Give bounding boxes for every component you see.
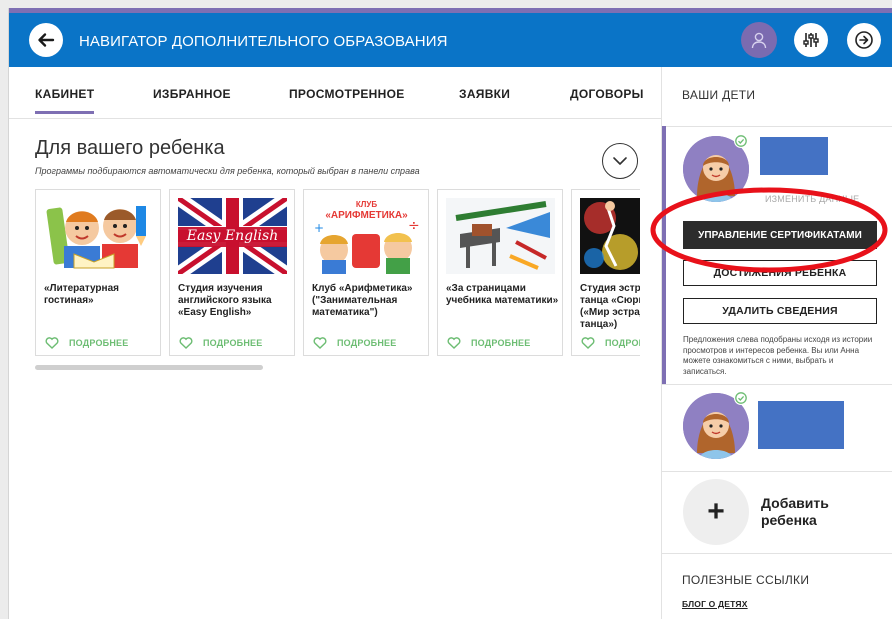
- tab-viewed[interactable]: ПРОСМОТРЕННОЕ: [289, 87, 405, 101]
- child-card-selected[interactable]: ИЗМЕНИТЬ ДАННЫЕ УПРАВЛЕНИЕ СЕРТИФИКАТАМИ…: [662, 126, 892, 384]
- card-title: Студия изучения английского языка «Easy …: [178, 283, 272, 318]
- section-title: Для вашего ребенка: [35, 137, 225, 159]
- check-icon: [735, 135, 747, 147]
- delete-child-button[interactable]: УДАЛИТЬ СВЕДЕНИЯ: [683, 298, 877, 324]
- more-link[interactable]: ПОДРОБНЕЕ: [69, 338, 128, 348]
- card-image-label: «АРИФМЕТИКА»: [325, 210, 408, 221]
- card-image-literature: [44, 198, 153, 274]
- verified-badge: [734, 134, 748, 148]
- useful-links-heading: ПОЛЕЗНЫЕ ССЫЛКИ: [682, 573, 810, 587]
- app-title: НАВИГАТОР ДОПОЛНИТЕЛЬНОГО ОБРАЗОВАНИЯ: [79, 33, 448, 50]
- profile-button[interactable]: [741, 22, 777, 58]
- heart-icon[interactable]: [45, 337, 59, 349]
- plus-icon: +: [707, 495, 725, 528]
- add-child-button[interactable]: +: [683, 479, 749, 545]
- arrow-left-icon: [38, 33, 55, 47]
- redacted-child-name: [758, 401, 844, 449]
- heart-icon[interactable]: [447, 337, 461, 349]
- more-link[interactable]: ПОДРОБНЕЕ: [471, 338, 530, 348]
- program-card[interactable]: Easy English Студия изучения английского…: [169, 189, 295, 356]
- manage-certificates-button[interactable]: УПРАВЛЕНИЕ СЕРТИФИКАТАМИ: [683, 221, 877, 249]
- exit-icon: [855, 31, 873, 49]
- children-sidebar: ВАШИ ДЕТИ ИЗМЕНИТЬ ДАННЫЕ УПРАВЛЕНИЕ СЕР…: [661, 67, 892, 619]
- program-cards: «Литературная гостиная» ПОДРОБНЕЕ Easy E…: [35, 189, 640, 357]
- sliders-icon: [803, 33, 819, 47]
- settings-button[interactable]: [794, 23, 828, 57]
- divider: [662, 471, 892, 472]
- redacted-child-name: [760, 137, 828, 175]
- heart-icon[interactable]: [179, 337, 193, 349]
- card-image-label-top: КЛУБ: [355, 200, 378, 209]
- card-image-english: Easy English: [178, 198, 287, 274]
- child-recommendation-note: Предложения слева подобраны исходя из ис…: [683, 335, 873, 376]
- edit-child-link[interactable]: ИЗМЕНИТЬ ДАННЫЕ: [765, 194, 859, 204]
- program-card[interactable]: «За страницами учебника математики» ПОДР…: [437, 189, 563, 356]
- user-icon: [751, 32, 767, 49]
- card-image-math-desk: [446, 198, 555, 274]
- heart-icon[interactable]: [313, 337, 327, 349]
- add-child-label[interactable]: Добавить ребенка: [761, 495, 871, 529]
- collapse-button[interactable]: [602, 143, 638, 179]
- program-card[interactable]: ÷ + КЛУБ «АРИФМЕТИКА» Клуб «Арифметика» …: [303, 189, 429, 356]
- svg-text:+: +: [314, 221, 324, 235]
- blog-link[interactable]: БЛОГ О ДЕТЯХ: [682, 599, 748, 609]
- tab-contracts[interactable]: ДОГОВОРЫ: [570, 87, 644, 101]
- card-title: Студия эстрадного танца «Сюрприз» («Мир …: [580, 283, 640, 330]
- card-title: «За страницами учебника математики»: [446, 283, 559, 306]
- verified-badge: [734, 391, 748, 405]
- app-window: НАВИГАТОР ДОПОЛНИТЕЛЬНОГО ОБРАЗОВАНИЯ КА…: [8, 8, 892, 619]
- tab-applications[interactable]: ЗАЯВКИ: [459, 87, 510, 101]
- section-subtitle: Программы подбираются автоматически для …: [35, 166, 420, 176]
- main-tabs: КАБИНЕТ ИЗБРАННОЕ ПРОСМОТРЕННОЕ ЗАЯВКИ Д…: [9, 67, 661, 119]
- app-header: НАВИГАТОР ДОПОЛНИТЕЛЬНОГО ОБРАЗОВАНИЯ: [9, 13, 892, 67]
- more-link[interactable]: ПОДРОБНЕЕ: [337, 338, 396, 348]
- card-title: Клуб «Арифметика» ("Занимательная матема…: [312, 283, 413, 318]
- divider: [662, 553, 892, 554]
- card-image-label: Easy English: [186, 228, 279, 244]
- achievements-button[interactable]: ДОСТИЖЕНИЯ РЕБЕНКА: [683, 260, 877, 286]
- sidebar-heading: ВАШИ ДЕТИ: [682, 88, 756, 102]
- chevron-down-icon: [613, 157, 627, 165]
- card-image-dance: [580, 198, 640, 274]
- child-card[interactable]: [662, 385, 892, 471]
- heart-icon[interactable]: [581, 337, 595, 349]
- program-card[interactable]: Студия эстрадного танца «Сюрприз» («Мир …: [571, 189, 640, 356]
- program-card[interactable]: «Литературная гостиная» ПОДРОБНЕЕ: [35, 189, 161, 356]
- card-title: «Литературная гостиная»: [44, 283, 119, 306]
- more-link[interactable]: ПОДРОБНЕЕ: [605, 338, 640, 348]
- tab-favorites[interactable]: ИЗБРАННОЕ: [153, 87, 231, 101]
- cards-scrollbar[interactable]: [35, 365, 263, 370]
- back-button[interactable]: [29, 23, 63, 57]
- more-link[interactable]: ПОДРОБНЕЕ: [203, 338, 262, 348]
- logout-button[interactable]: [847, 23, 881, 57]
- check-icon: [735, 392, 747, 404]
- tab-cabinet[interactable]: КАБИНЕТ: [35, 87, 95, 114]
- card-image-arithmetic: ÷ + КЛУБ «АРИФМЕТИКА»: [312, 198, 421, 274]
